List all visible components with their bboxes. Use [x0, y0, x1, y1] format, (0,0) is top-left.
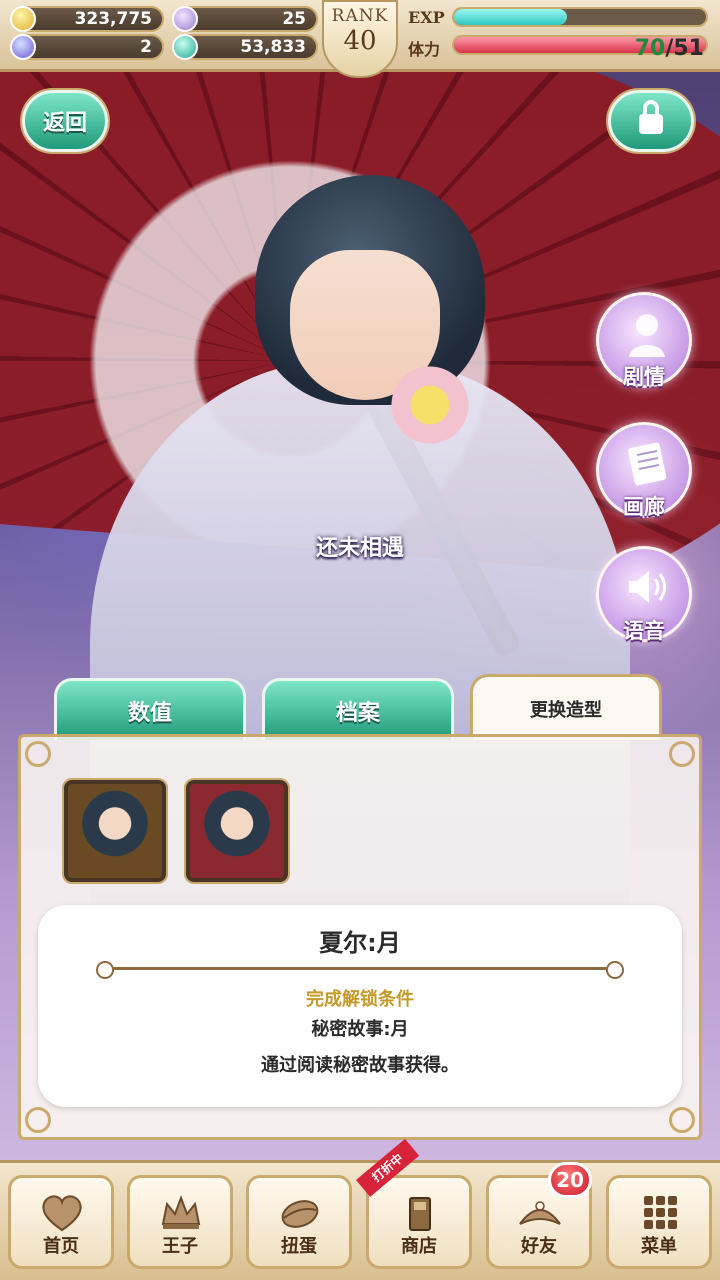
gold-coin-icon — [10, 6, 36, 32]
nav-home[interactable]: 首页 — [8, 1175, 114, 1269]
nav-prince-label: 王子 — [162, 1236, 198, 1257]
rank-label: RANK — [331, 6, 389, 26]
tab-profile-label: 档案 — [335, 700, 380, 726]
exp-label: EXP — [408, 8, 445, 27]
crown-icon — [161, 1195, 201, 1229]
tab-change-outfit-label: 更换造型 — [530, 699, 602, 721]
heart-icon — [42, 1195, 82, 1232]
gold-value: 323,775 — [74, 9, 152, 29]
stamina-label: 体力 — [408, 40, 441, 59]
orb-counter: 53,833 — [172, 34, 318, 60]
voice-label: 语音 — [623, 619, 665, 643]
gallery-button[interactable]: 画廊 — [596, 422, 692, 519]
exp-bar-fill — [454, 9, 568, 25]
shop-icon — [409, 1197, 431, 1231]
nav-home-label: 首页 — [43, 1236, 79, 1257]
tab-change-outfit[interactable]: 更换造型 — [470, 674, 662, 740]
capsule-icon — [281, 1200, 319, 1228]
grid-icon — [644, 1196, 677, 1229]
outfit-title: 夏尔:月 — [319, 929, 401, 957]
orb-icon — [172, 34, 198, 60]
gold-counter: 323,775 — [10, 6, 164, 32]
ornament-corner — [669, 1107, 695, 1133]
ornament-corner — [25, 741, 51, 767]
ornament-corner — [25, 1107, 51, 1133]
top-status-bar: 323,775 25 2 53,833 RANK 40 EXP 体力 70/51 — [0, 0, 720, 78]
outfit-thumbnail-moon[interactable] — [186, 780, 288, 882]
rank-value: 40 — [343, 26, 377, 56]
gem-icon — [10, 34, 36, 60]
friend-request-badge: 20 — [548, 1162, 592, 1198]
nav-gacha-label: 扭蛋 — [281, 1236, 317, 1257]
unlock-condition-name: 秘密故事:月 — [311, 1019, 409, 1040]
lock-icon — [639, 100, 663, 134]
speaker-icon — [629, 571, 666, 603]
rank-emblem: RANK 40 — [322, 0, 398, 78]
flower-bouquet — [385, 360, 475, 450]
relationship-status: 还未相遇 — [315, 536, 404, 561]
unlock-condition-title: 完成解锁条件 — [306, 989, 414, 1010]
nav-friends-label: 好友 — [521, 1236, 557, 1257]
lock-button[interactable] — [608, 90, 694, 152]
ornament-corner — [669, 741, 695, 767]
outfit-thumbnail-default[interactable] — [64, 780, 166, 882]
feather-counter: 25 — [172, 6, 318, 32]
stamina-current: 70 — [634, 36, 666, 61]
nav-shop[interactable]: 商店 — [366, 1175, 472, 1269]
paper-icon — [628, 442, 667, 486]
nav-menu-label: 菜单 — [641, 1236, 677, 1257]
nav-menu[interactable]: 菜单 — [606, 1175, 712, 1269]
gem-value: 2 — [140, 37, 152, 57]
story-label: 剧情 — [623, 365, 665, 389]
story-button[interactable]: 剧情 — [596, 292, 692, 389]
feather-icon — [172, 6, 198, 32]
tab-stats[interactable]: 数值 — [54, 678, 246, 740]
nav-prince[interactable]: 王子 — [127, 1175, 233, 1269]
exp-bar — [452, 7, 708, 27]
gem-counter: 2 — [10, 34, 164, 60]
stamina-text: 70/51 — [635, 36, 704, 61]
orb-value: 53,833 — [240, 37, 306, 57]
nav-gacha[interactable]: 扭蛋 — [246, 1175, 352, 1269]
gallery-label: 画廊 — [623, 495, 665, 519]
silhouette-icon — [629, 314, 665, 357]
unlock-condition-description: 通过阅读秘密故事获得。 — [261, 1055, 459, 1076]
outfit-info-card: 夏尔:月 完成解锁条件 秘密故事:月 通过阅读秘密故事获得。 — [38, 905, 682, 1107]
tab-stats-label: 数值 — [127, 700, 172, 726]
back-button-label: 返回 — [42, 111, 87, 136]
nav-shop-label: 商店 — [401, 1236, 437, 1257]
ornamental-divider — [96, 961, 624, 979]
back-button[interactable]: 返回 — [22, 90, 108, 152]
tab-profile[interactable]: 档案 — [262, 678, 454, 740]
stamina-max: /51 — [665, 36, 704, 61]
voice-button[interactable]: 语音 — [596, 546, 692, 643]
feather-value: 25 — [282, 9, 306, 29]
tiara-icon — [519, 1201, 561, 1225]
